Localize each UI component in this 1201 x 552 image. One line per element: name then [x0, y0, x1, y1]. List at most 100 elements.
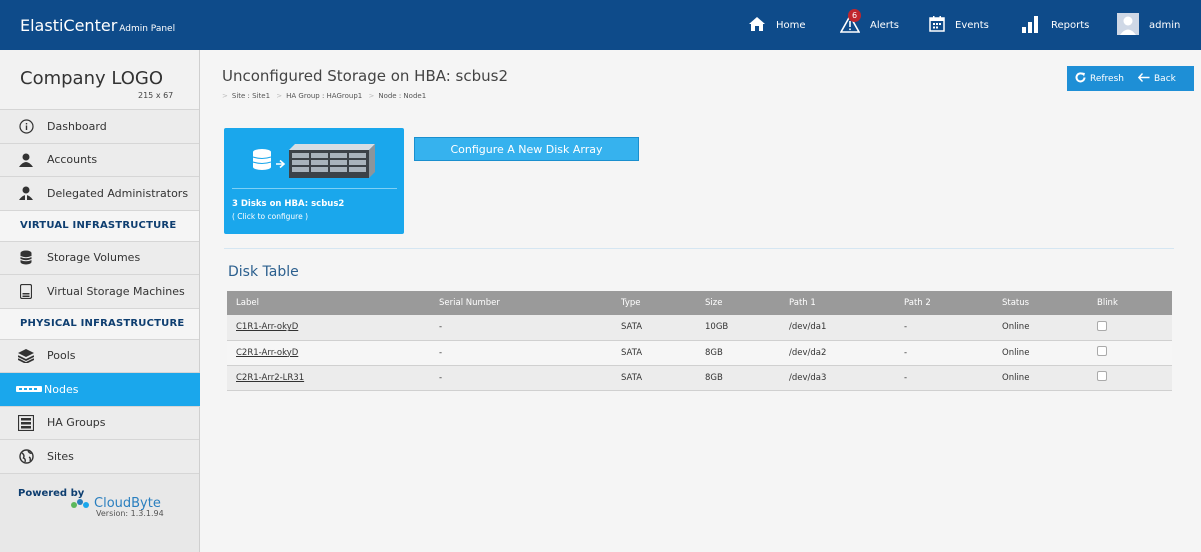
brand-sub: Admin Panel [119, 24, 176, 34]
sidebar-item-pools[interactable]: Pools [0, 339, 199, 373]
sidebar-item-storage-volumes[interactable]: Storage Volumes [0, 241, 199, 275]
main-content: Unconfigured Storage on HBA: scbus2 > Sit… [200, 50, 1201, 552]
action-button-group: Refresh Back [1067, 66, 1194, 91]
sidebar-item-virtual-storage-machines[interactable]: Virtual Storage Machines [0, 275, 199, 309]
refresh-label: Refresh [1090, 73, 1124, 84]
nav-events-label: Events [955, 19, 989, 31]
blink-checkbox[interactable] [1097, 346, 1107, 356]
sidebar: Company LOGO 215 x 67 Dashboard Accounts… [0, 50, 216, 552]
cell-blink [1088, 365, 1172, 391]
disk-label-link[interactable]: C2R1-Arr-okyD [236, 348, 298, 358]
info-icon [18, 118, 34, 134]
database-icon [18, 250, 34, 266]
disk-array-icon [287, 142, 377, 184]
table-row: C2R1-Arr2-LR31 - SATA 8GB /dev/da3 - Onl… [227, 365, 1172, 391]
sidebar-item-label: Pools [47, 349, 76, 363]
refresh-icon [1075, 71, 1086, 86]
table-row: C1R1-Arr-okyD - SATA 10GB /dev/da1 - Onl… [227, 315, 1172, 341]
cell-label: C1R1-Arr-okyD [227, 315, 430, 341]
refresh-button[interactable]: Refresh [1067, 71, 1124, 86]
nav-home[interactable]: Home [748, 0, 806, 50]
breadcrumb-separator: > [222, 92, 228, 100]
cell-label: C2R1-Arr2-LR31 [227, 365, 430, 391]
storage-machine-icon [18, 283, 34, 299]
cell-path-1: /dev/da3 [780, 365, 895, 391]
layers-icon [18, 348, 34, 364]
sidebar-item-delegated-administrators[interactable]: Delegated Administrators [0, 177, 199, 211]
sidebar-item-dashboard[interactable]: Dashboard [0, 110, 199, 144]
sidebar-item-sites[interactable]: Sites [0, 440, 199, 474]
nav-reports[interactable]: Reports [1021, 0, 1089, 50]
back-button[interactable]: Back [1124, 72, 1176, 85]
cell-path-2: - [895, 340, 993, 366]
breadcrumb-node[interactable]: Node : Node1 [378, 92, 426, 100]
sidebar-item-label: Storage Volumes [47, 251, 141, 265]
sidebar-item-label: Nodes [44, 382, 79, 396]
sidebar-item-label: Sites [47, 449, 74, 463]
cell-size: 8GB [696, 340, 780, 366]
sidebar-item-label: Virtual Storage Machines [47, 284, 185, 298]
column-header-type[interactable]: Type [612, 291, 696, 315]
globe-icon [18, 448, 34, 464]
user-icon [18, 152, 34, 168]
nav-events[interactable]: Events [929, 0, 989, 50]
cell-type: SATA [612, 340, 696, 366]
sidebar-item-label: HA Groups [47, 416, 106, 430]
column-header-status[interactable]: Status [993, 291, 1088, 315]
cell-status: Online [993, 340, 1088, 366]
hba-tile[interactable]: 3 Disks on HBA: scbus2 ( Click to config… [224, 128, 404, 234]
disk-table-title: Disk Table [228, 264, 299, 280]
cell-serial-number: - [430, 365, 612, 391]
cell-path-2: - [895, 315, 993, 341]
ha-group-icon [18, 414, 34, 431]
back-label: Back [1154, 73, 1176, 84]
cell-type: SATA [612, 315, 696, 341]
disk-label-link[interactable]: C2R1-Arr2-LR31 [236, 373, 304, 383]
blink-checkbox[interactable] [1097, 320, 1107, 331]
alerts-count-badge: 6 [848, 8, 861, 22]
company-logo[interactable]: Company LOGO 215 x 67 [0, 50, 199, 110]
user-menu[interactable]: admin [1117, 0, 1180, 50]
nav-home-label: Home [776, 19, 806, 31]
cell-status: Online [993, 315, 1088, 341]
nav-reports-label: Reports [1051, 19, 1090, 31]
divider [224, 248, 1174, 249]
column-header-path-1[interactable]: Path 1 [780, 291, 895, 315]
cell-size: 10GB [696, 315, 780, 341]
page-title: Unconfigured Storage on HBA: scbus2 [222, 67, 508, 85]
cell-path-1: /dev/da1 [780, 315, 895, 341]
disk-stack-icon [252, 148, 272, 176]
avatar [1117, 12, 1139, 38]
sidebar-item-label: Dashboard [47, 119, 107, 133]
alert-icon: 6 [839, 8, 861, 36]
cell-blink [1088, 315, 1172, 341]
sidebar-item-accounts[interactable]: Accounts [0, 143, 199, 177]
blink-checkbox[interactable] [1097, 371, 1107, 381]
column-header-label[interactable]: Label [227, 291, 430, 315]
cell-blink [1088, 340, 1172, 366]
column-header-path-2[interactable]: Path 2 [895, 291, 993, 315]
brand-name: ElastiCenter [20, 16, 118, 35]
breadcrumb-site[interactable]: Site : Site1 [232, 92, 270, 100]
cell-type: SATA [612, 365, 696, 391]
nav-alerts[interactable]: 6 Alerts [839, 0, 899, 50]
section-heading-virtual: VIRTUAL INFRASTRUCTURE [0, 210, 199, 242]
admin-user-icon [18, 185, 34, 201]
section-heading-physical: PHYSICAL INFRASTRUCTURE [0, 308, 199, 340]
column-header-size[interactable]: Size [696, 291, 780, 315]
breadcrumb-ha-group[interactable]: HA Group : HAGroup1 [286, 92, 362, 100]
top-bar: ElastiCenter Admin Panel Home 6 Alerts Ev… [0, 0, 1201, 50]
breadcrumb-separator: > [276, 92, 283, 100]
sidebar-item-ha-groups[interactable]: HA Groups [0, 406, 199, 440]
cell-status: Online [993, 365, 1088, 391]
disk-label-link[interactable]: C1R1-Arr-okyD [236, 322, 298, 332]
column-header-serial-number[interactable]: Serial Number [430, 291, 612, 315]
brand[interactable]: ElastiCenter Admin Panel [20, 16, 175, 35]
hba-tile-subtitle: ( Click to configure ) [232, 212, 309, 221]
arrow-right-icon [276, 154, 286, 173]
cell-serial-number: - [430, 315, 612, 341]
sidebar-item-nodes[interactable]: Nodes [0, 373, 216, 407]
cell-path-2: - [895, 365, 993, 391]
configure-disk-array-button[interactable]: Configure A New Disk Array [414, 137, 639, 161]
column-header-blink[interactable]: Blink [1088, 291, 1172, 315]
